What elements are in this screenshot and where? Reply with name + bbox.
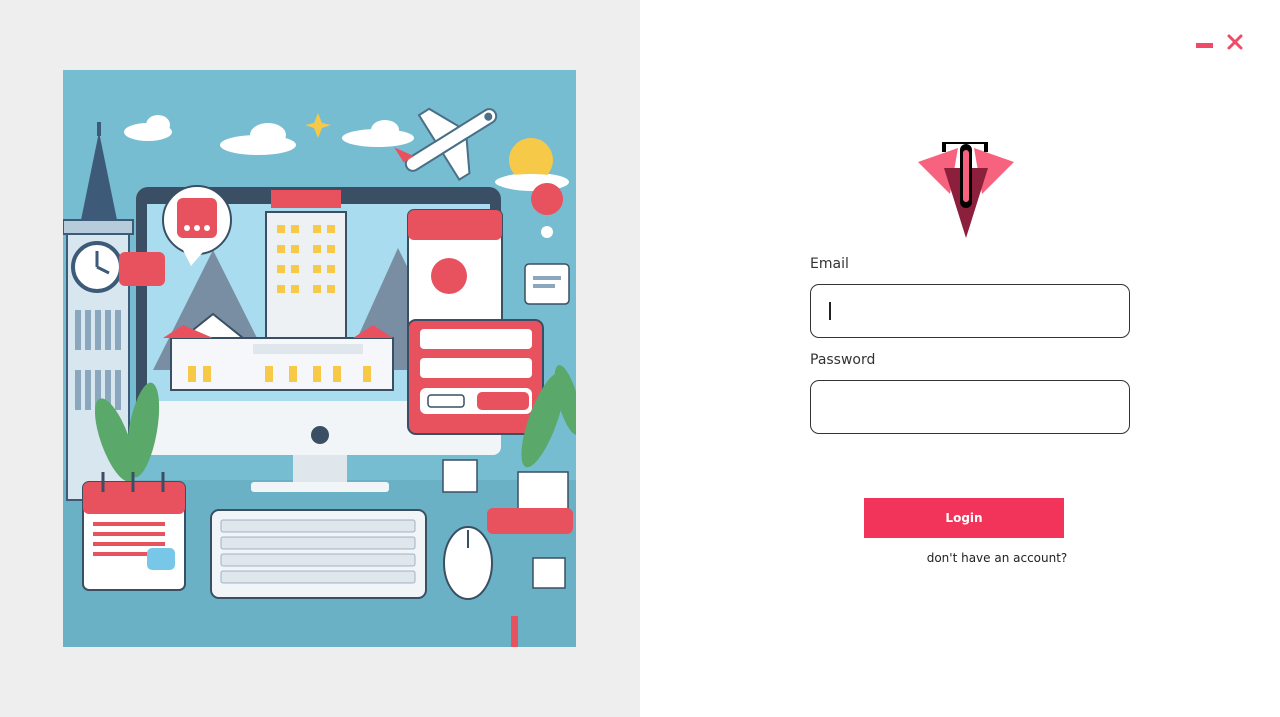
password-field[interactable] <box>810 380 1130 434</box>
email-label: Email <box>810 256 849 272</box>
login-pane: Email Password Login don't have an accou… <box>640 0 1280 717</box>
minimize-button[interactable] <box>1192 30 1216 54</box>
login-button[interactable]: Login <box>864 498 1064 538</box>
minimize-icon <box>1195 42 1213 48</box>
signup-link[interactable]: don't have an account? <box>864 551 1130 565</box>
close-button[interactable] <box>1223 30 1247 54</box>
hero-illustration <box>63 70 576 647</box>
app-logo-icon <box>918 142 1014 238</box>
password-label: Password <box>810 352 876 368</box>
close-icon <box>1227 34 1243 50</box>
email-field[interactable] <box>810 284 1130 338</box>
left-pane <box>0 0 640 717</box>
text-cursor <box>829 302 831 320</box>
